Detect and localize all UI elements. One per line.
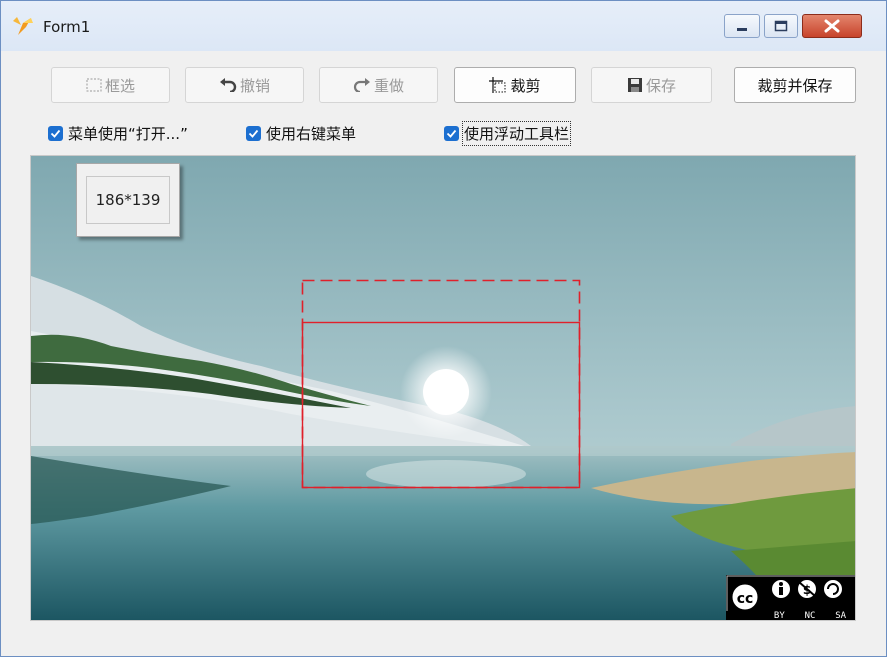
crop-label: 裁剪 — [510, 76, 541, 95]
main-window: Form1 框选 撤销 重做 裁剪 保存 裁剪并保存 菜单使用“打开...” 使… — [0, 0, 887, 657]
right-click-menu-label: 使用右键菜单 — [266, 124, 357, 143]
crop-button[interactable]: 裁剪 — [454, 67, 576, 103]
floating-toolbar-checkbox[interactable] — [444, 125, 459, 141]
floating-toolbar-option[interactable]: 使用浮动工具栏 — [444, 120, 572, 146]
right-click-menu-option[interactable]: 使用右键菜单 — [246, 122, 356, 144]
creative-commons-icon: cc $ — [726, 575, 855, 611]
undo-label: 撤销 — [239, 76, 270, 95]
menu-open-option[interactable]: 菜单使用“打开...” — [48, 122, 188, 144]
save-label: 保存 — [645, 76, 676, 95]
redo-label: 重做 — [373, 76, 404, 95]
crop-and-save-label: 裁剪并保存 — [757, 76, 833, 95]
right-click-menu-checkbox[interactable] — [246, 125, 261, 141]
checkmark-icon — [50, 129, 61, 138]
selection-size-text: 186*139 — [86, 176, 170, 224]
floppy-disk-icon — [627, 77, 643, 93]
crop-and-save-button[interactable]: 裁剪并保存 — [734, 67, 856, 103]
undo-button[interactable]: 撤销 — [185, 67, 304, 103]
client-area: 框选 撤销 重做 裁剪 保存 裁剪并保存 菜单使用“打开...” 使用右键菜单 … — [10, 51, 877, 649]
menu-open-label: 菜单使用“打开...” — [68, 124, 188, 143]
checkmark-icon — [446, 129, 457, 138]
undo-icon — [219, 78, 237, 92]
cc-license-text: BY NC SA — [773, 611, 847, 621]
select-button[interactable]: 框选 — [51, 67, 170, 103]
cc-license-badge: cc $ BY NC SA — [726, 575, 855, 621]
select-label: 框选 — [104, 76, 135, 95]
minimize-icon — [737, 28, 747, 31]
crop-icon — [489, 77, 507, 93]
close-icon — [824, 19, 840, 33]
close-button[interactable] — [802, 14, 862, 38]
maximize-icon — [774, 20, 788, 32]
redo-icon — [353, 78, 371, 92]
window-title: Form1 — [43, 18, 91, 36]
svg-text:cc: cc — [737, 591, 754, 607]
maximize-button[interactable] — [764, 14, 798, 38]
floating-toolbar-label: 使用浮动工具栏 — [461, 120, 572, 146]
marquee-icon — [86, 78, 102, 92]
title-bar[interactable]: Form1 — [1, 1, 886, 51]
minimize-button[interactable] — [724, 14, 760, 38]
redo-button[interactable]: 重做 — [319, 67, 438, 103]
selection-size-tooltip: 186*139 — [76, 163, 180, 237]
save-button[interactable]: 保存 — [591, 67, 712, 103]
menu-open-checkbox[interactable] — [48, 125, 63, 141]
checkmark-icon — [248, 129, 259, 138]
app-icon — [13, 17, 33, 35]
